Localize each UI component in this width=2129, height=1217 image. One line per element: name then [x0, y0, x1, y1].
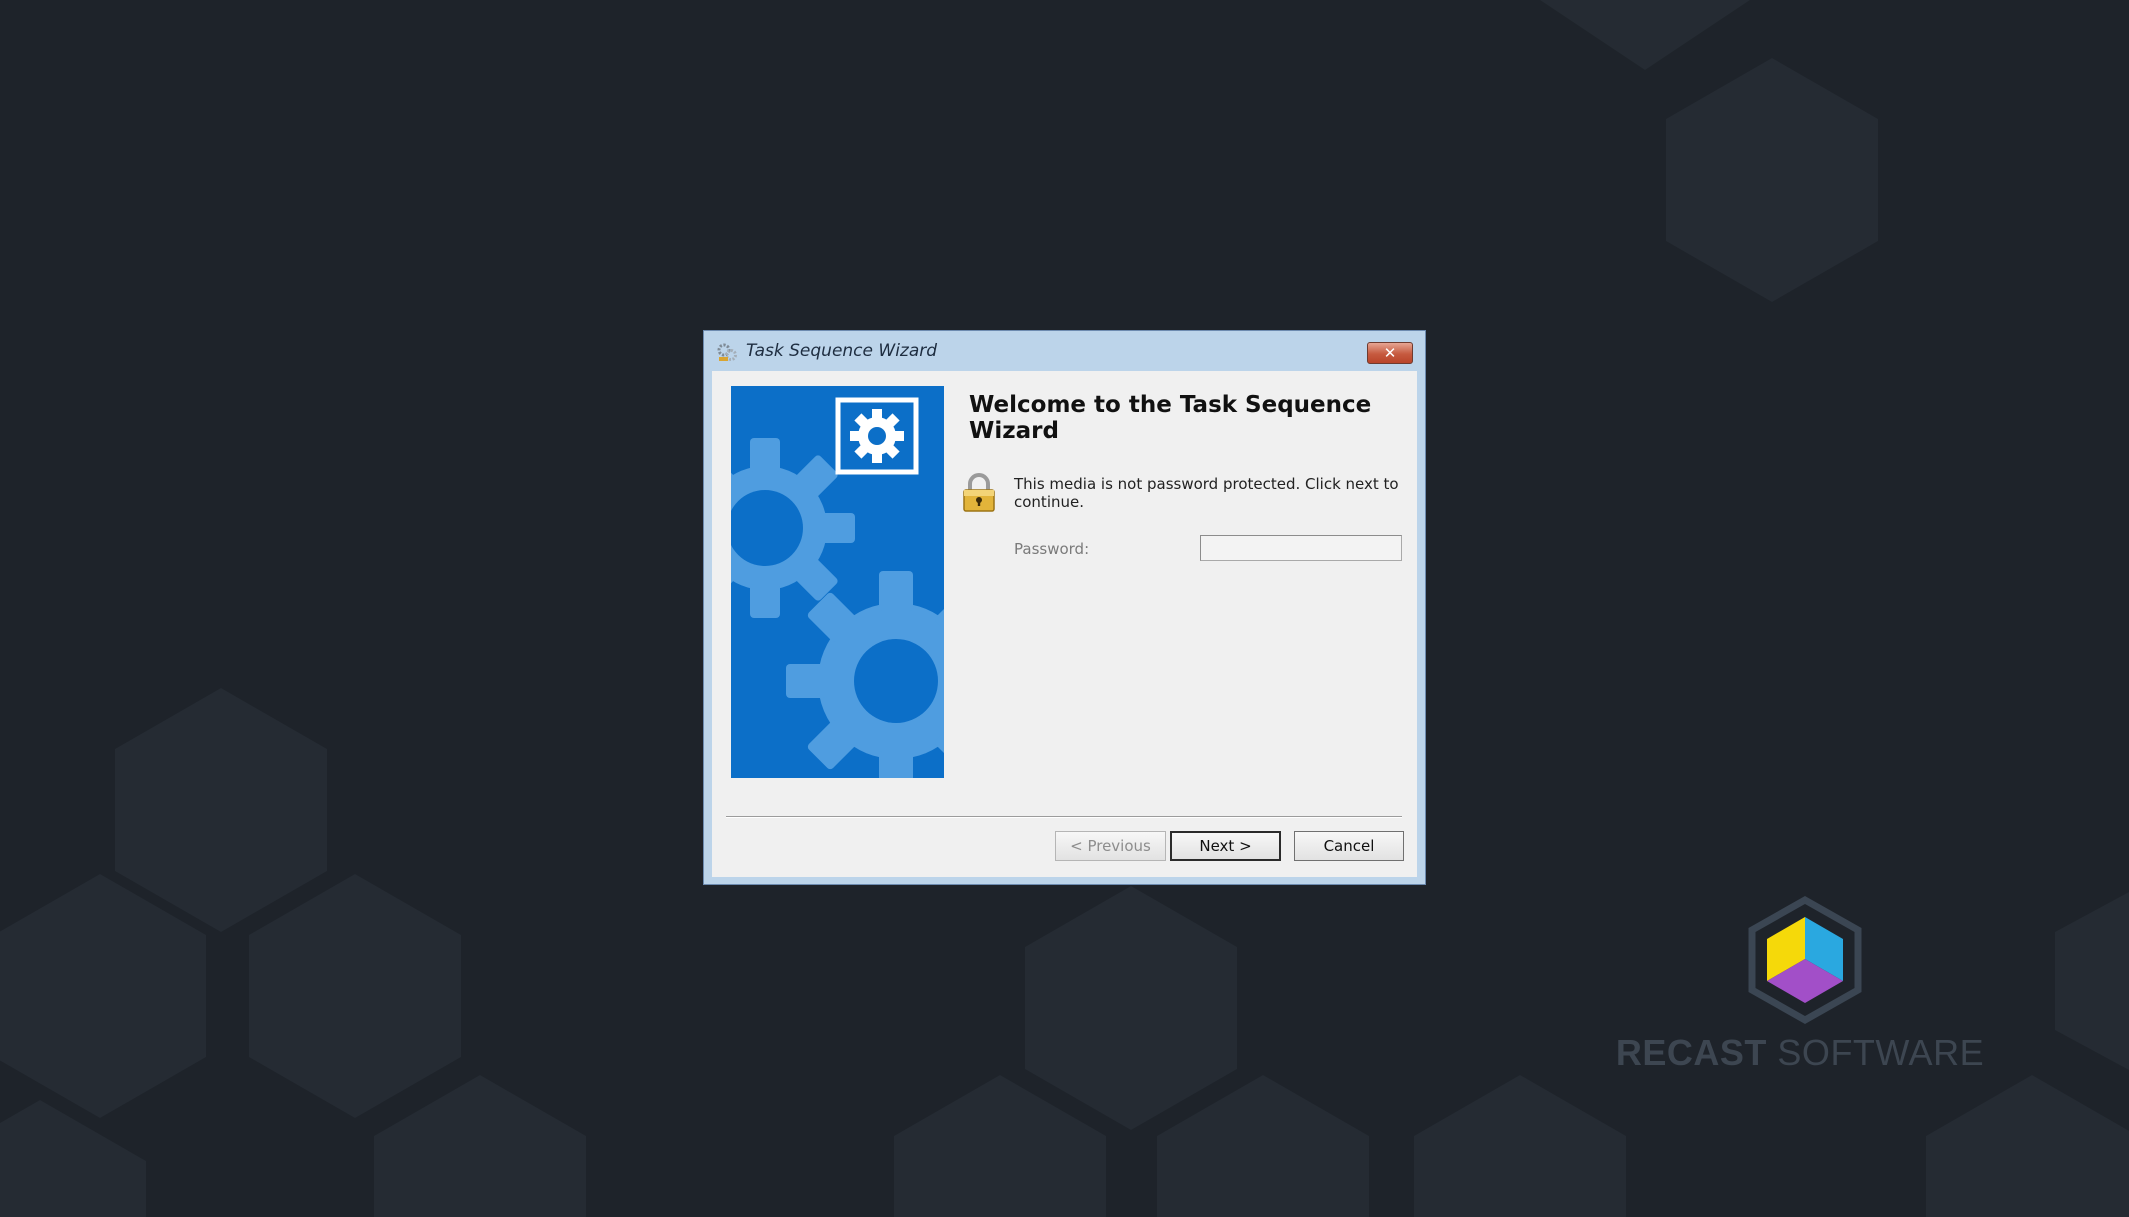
- title-bar[interactable]: Task Sequence Wizard ✕: [704, 331, 1425, 371]
- button-separator: [726, 816, 1402, 818]
- recast-cube-logo: [1748, 895, 1862, 1025]
- brand-name: RECAST SOFTWARE: [1615, 1032, 1985, 1073]
- wizard-banner: [731, 386, 944, 778]
- password-status-message: This media is not password protected. Cl…: [1014, 475, 1399, 511]
- previous-button[interactable]: < Previous: [1055, 831, 1166, 861]
- banner-gears-graphic: [731, 397, 944, 778]
- close-button[interactable]: ✕: [1367, 342, 1413, 364]
- password-field[interactable]: [1200, 535, 1402, 561]
- recast-software-branding: RECAST SOFTWARE: [1600, 895, 2000, 1080]
- task-sequence-icon: [717, 343, 737, 361]
- lock-icon: [963, 473, 995, 512]
- password-label: Password:: [1014, 540, 1090, 558]
- task-sequence-wizard-dialog: Task Sequence Wizard ✕ Welcome to the Ta…: [703, 330, 1426, 885]
- next-button[interactable]: Next >: [1170, 831, 1281, 861]
- window-title: Task Sequence Wizard: [746, 341, 938, 361]
- gear-icon: [835, 397, 919, 475]
- wizard-heading: Welcome to the Task Sequence Wizard: [969, 392, 1372, 444]
- cancel-button[interactable]: Cancel: [1294, 831, 1404, 861]
- wizard-body: Welcome to the Task Sequence Wizard This…: [712, 371, 1417, 877]
